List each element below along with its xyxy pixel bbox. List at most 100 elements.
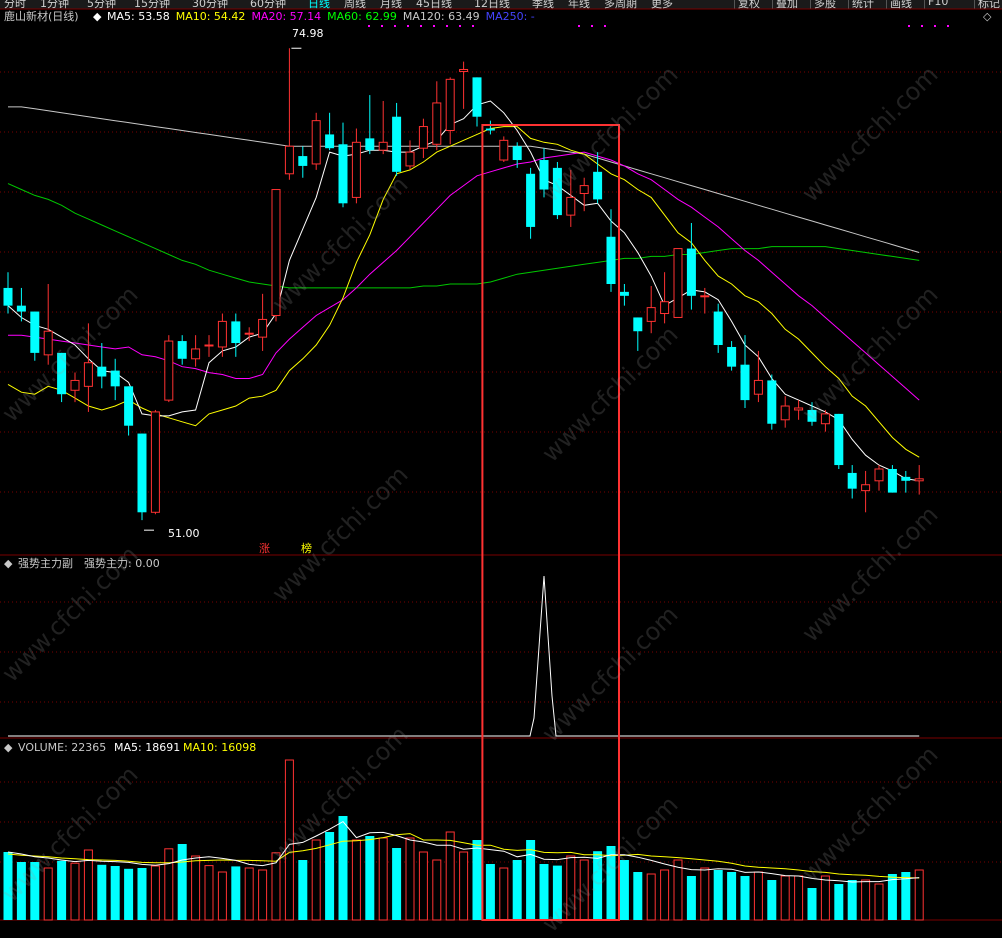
volume-bar-up [700, 867, 710, 921]
volume-bar-up [244, 867, 254, 921]
ma60-line [7, 183, 920, 289]
ma250-dot [947, 25, 949, 27]
ma-legend-button[interactable]: ◆ [93, 10, 101, 24]
candle-body-up [660, 301, 670, 315]
volume-bar-down [231, 866, 241, 920]
ma250-dot [368, 25, 370, 27]
candle-body-up [378, 141, 388, 151]
candle-body-down [901, 476, 911, 481]
candle-body-down [713, 311, 723, 346]
volume-bar-up [217, 871, 227, 921]
volume-bar-up [204, 865, 214, 921]
candle-body-down [124, 386, 134, 426]
volume-bar-up [820, 875, 830, 921]
candle-body-down [298, 156, 308, 166]
volume-bar-down [847, 880, 857, 920]
ma250-dot [446, 25, 448, 27]
ma20-line [8, 151, 920, 401]
candle-body-up [499, 139, 509, 161]
high-price-label: 74.98 [292, 27, 324, 40]
volume-bar-down [713, 870, 723, 920]
candle-body-up [914, 478, 924, 482]
ma250-dot [381, 25, 383, 27]
volume-bar-up [351, 839, 361, 921]
candle-body-down [485, 128, 495, 131]
candle-body-down [325, 134, 335, 149]
candle-body-up [164, 340, 174, 401]
candle-body-up [83, 362, 93, 387]
volume-bar-up [794, 875, 804, 921]
ma-legend-item-ma60: MA60: 62.99 [327, 10, 397, 23]
volume-bar-down [633, 872, 643, 920]
candle-body-down [231, 321, 241, 344]
volume-bar-up [378, 837, 388, 921]
volume-bar-down [124, 868, 134, 920]
volume-bar-up [673, 859, 683, 921]
candle-body-up [204, 344, 214, 347]
volume-bar-down [686, 876, 696, 920]
volume-bar-up [646, 873, 656, 921]
volume-bar-down [392, 848, 402, 920]
volume-bar-up [499, 867, 509, 921]
ma-legend-item-ma5: MA5: 53.58 [107, 10, 170, 23]
candle-body-down [16, 305, 26, 312]
ma-legend-item-ma20: MA20: 57.14 [251, 10, 322, 23]
volume-bar-down [727, 872, 737, 920]
volume-bar-up [70, 862, 80, 921]
candle-body-up [459, 68, 469, 72]
candle-body-down [97, 366, 107, 377]
volume-ma10: MA10: 16098 [183, 741, 257, 754]
candle-body-down [593, 171, 603, 200]
candle-body-down [177, 341, 187, 359]
volume-bar-up [418, 851, 428, 921]
candle-body-up [150, 411, 160, 513]
ma250-dot [591, 25, 593, 27]
ma250-dot [472, 25, 474, 27]
candle-body-up [258, 318, 268, 338]
tag-zhang: 涨 [259, 542, 270, 555]
candle-body-down [686, 248, 696, 296]
volume-bar-down [485, 864, 495, 920]
candle-body-up [70, 379, 80, 391]
indicator-settings-icon[interactable]: ◆ [4, 557, 12, 571]
volume-bar-down [767, 880, 777, 920]
diamond-icon[interactable]: ◇ [983, 10, 991, 24]
candle-body-down [526, 173, 536, 227]
volume-bar-up [164, 848, 174, 921]
candle-body-up [405, 151, 415, 167]
candle-body-down [30, 311, 40, 353]
volume-title: VOLUME: 22365 [18, 741, 107, 754]
candle-body-up [217, 320, 227, 348]
ma-legend-item-ma120: MA120: 63.49 [402, 10, 480, 23]
candle-body-up [311, 120, 321, 165]
candle-body-up [673, 248, 683, 318]
volume-bar-down [57, 860, 67, 920]
ma250-dot [433, 25, 435, 27]
candle-body-up [191, 348, 201, 360]
ma250-dot [578, 25, 580, 27]
low-price-label: 51.00 [168, 527, 200, 540]
candle-body-up [432, 102, 442, 145]
volume-bar-up [459, 851, 469, 921]
volume-settings-icon[interactable]: ◆ [4, 741, 12, 755]
candle-body-up [579, 185, 589, 194]
volume-bar-down [526, 840, 536, 920]
candle-body-up [646, 307, 656, 322]
highlight-box [481, 124, 620, 921]
volume-bar-up [432, 859, 442, 921]
candle-body-down [365, 138, 375, 151]
candle-body-down [338, 144, 348, 204]
volume-bar-up [660, 869, 670, 921]
volume-bar-down [137, 868, 147, 920]
candle-body-down [137, 433, 147, 513]
candle-body-up [753, 379, 763, 395]
volume-bar-up [150, 865, 160, 921]
candle-body-up [244, 332, 254, 335]
volume-bar-down [512, 860, 522, 920]
volume-bar-down [110, 866, 120, 920]
ma-legend-item-ma10: MA10: 54.42 [175, 10, 246, 23]
ma250-dot [407, 25, 409, 27]
ma120-line [8, 106, 920, 253]
volume-bar-down [97, 864, 107, 920]
volume-bar-down [834, 884, 844, 920]
